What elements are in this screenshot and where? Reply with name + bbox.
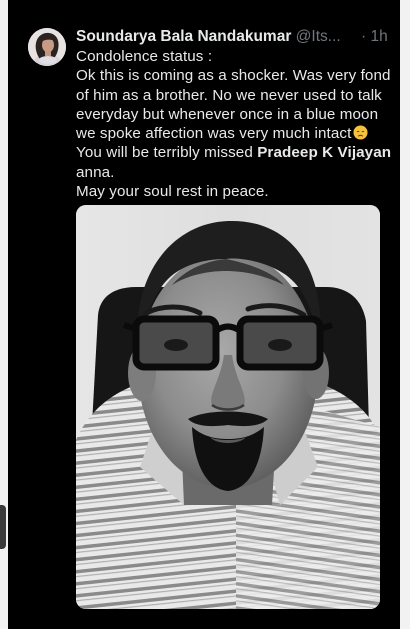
tweet-header: Soundarya Bala Nandakumar @Its... · 1h: [76, 27, 394, 47]
tweet-media-photo[interactable]: [76, 205, 380, 609]
phone-side-button: [0, 505, 6, 549]
author-name[interactable]: Soundarya Bala Nandakumar: [76, 28, 291, 45]
portrait-photo-icon: [76, 205, 380, 609]
bold-name: Pradeep K Vijayan: [257, 144, 392, 162]
tweet-body: Condolence status : Ok this is coming as…: [76, 47, 392, 201]
tweet-line: everyday but whenever once in a blue moo…: [76, 105, 379, 123]
author-handle[interactable]: @Its...: [296, 28, 341, 45]
tweet-line-with-emoji: we spoke affection was very much intact: [76, 124, 392, 143]
tweet-line: Condolence status :: [76, 48, 213, 65]
tweet-line-text: we spoke affection was very much intact: [76, 125, 352, 143]
tweet-line-with-mention: You will be terribly missed Pradeep K Vi…: [76, 143, 392, 162]
tweet-line: Ok this is coming as a shocker. Was very…: [76, 67, 391, 85]
tweet-line: May your soul rest in peace.: [76, 183, 269, 201]
author-avatar[interactable]: [28, 28, 66, 66]
tweet-line: of him as a brother. No we never used to…: [76, 86, 382, 104]
tweet-line: anna.: [76, 163, 115, 181]
tweet-line-text: You will be terribly missed: [76, 144, 253, 162]
avatar-photo-icon: [28, 28, 66, 66]
disappointed-face-icon: [353, 125, 368, 140]
time-separator: ·: [361, 28, 367, 45]
tweet-time: 1h: [370, 28, 388, 45]
tweet-screen: Soundarya Bala Nandakumar @Its... · 1h C…: [8, 0, 400, 629]
tweet-timestamp[interactable]: · 1h: [361, 27, 388, 47]
